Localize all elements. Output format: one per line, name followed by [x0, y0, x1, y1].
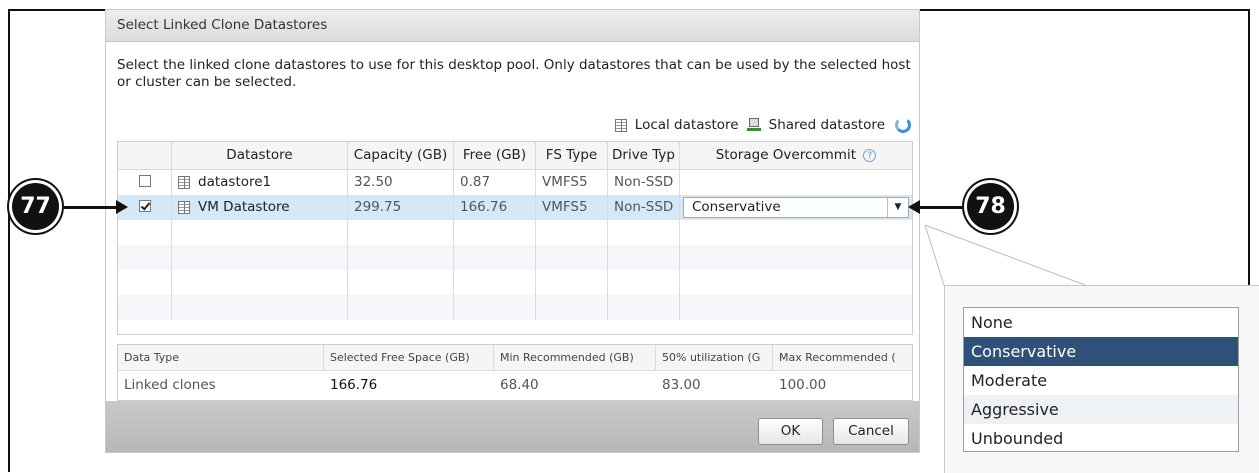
table-row[interactable]: datastore1 32.50 0.87 VMFS5 Non-SSD	[118, 170, 912, 195]
fs-type-cell: VMFS5	[536, 170, 608, 195]
storage-overcommit-options: None Conservative Moderate Aggressive Un…	[963, 307, 1239, 452]
empty-row	[118, 220, 912, 245]
callout-78-arrow-line	[918, 206, 962, 209]
summary-header-max-recommended: Max Recommended (	[779, 351, 896, 364]
header-datastore[interactable]: Datastore	[172, 142, 348, 169]
row-checkbox[interactable]	[138, 175, 151, 187]
summary-header: Data Type Selected Free Space (GB) Min R…	[118, 345, 912, 371]
header-select	[118, 142, 172, 169]
callout-77-arrowhead	[116, 200, 128, 214]
local-datastore-icon	[178, 176, 190, 189]
overcommit-cell: Conservative ▼	[680, 195, 912, 220]
select-datastores-dialog: Select Linked Clone Datastores Select th…	[105, 9, 920, 453]
header-free[interactable]: Free (GB)	[454, 142, 536, 169]
option-aggressive[interactable]: Aggressive	[964, 395, 1238, 424]
callout-77-arrow-line	[64, 206, 118, 209]
table-row-selected[interactable]: VM Datastore 299.75 166.76 VMFS5 Non-SSD…	[118, 195, 912, 220]
space-summary-table: Data Type Selected Free Space (GB) Min R…	[117, 344, 913, 401]
header-storage-overcommit[interactable]: Storage Overcommit ?	[680, 142, 912, 169]
option-none[interactable]: None	[964, 308, 1238, 337]
capacity-cell: 32.50	[348, 170, 454, 195]
drive-type-cell: Non-SSD	[608, 195, 680, 220]
datastore-cell: VM Datastore	[172, 195, 348, 220]
option-unbounded[interactable]: Unbounded	[964, 424, 1238, 453]
callout-78: 78	[967, 183, 1014, 230]
summary-max-recommended: 100.00	[779, 377, 827, 393]
chevron-down-icon[interactable]: ▼	[887, 198, 908, 217]
summary-data-type: Linked clones	[124, 377, 216, 393]
row-checkbox-cell	[118, 170, 172, 195]
summary-50-utilization: 83.00	[662, 377, 701, 393]
header-fs-type[interactable]: FS Type	[536, 142, 608, 169]
shared-datastore-icon	[746, 118, 761, 132]
dialog-title: Select Linked Clone Datastores	[106, 10, 919, 42]
header-storage-overcommit-label: Storage Overcommit	[715, 147, 857, 163]
option-conservative[interactable]: Conservative	[964, 337, 1238, 366]
datastore-name: datastore1	[198, 174, 272, 190]
help-icon[interactable]: ?	[863, 148, 877, 162]
header-drive-type[interactable]: Drive Typ	[608, 142, 680, 169]
row-checkbox[interactable]	[138, 200, 151, 212]
legend-local-label: Local datastore	[634, 117, 739, 133]
free-cell: 166.76	[454, 195, 536, 220]
summary-selected-free: 166.76	[330, 377, 378, 393]
legend-local: Local datastore	[614, 117, 739, 133]
drive-type-cell: Non-SSD	[608, 170, 680, 195]
summary-row: Linked clones 166.76 68.40 83.00 100.00	[118, 371, 912, 399]
free-cell: 0.87	[454, 170, 536, 195]
dialog-description: Select the linked clone datastores to us…	[117, 57, 911, 90]
local-datastore-icon	[178, 201, 190, 214]
datastore-legend: Local datastore Shared datastore	[607, 115, 911, 135]
header-capacity[interactable]: Capacity (GB)	[348, 142, 454, 169]
summary-header-50-utilization: 50% utilization (G	[656, 345, 773, 370]
datastore-cell: datastore1	[172, 170, 348, 195]
callout-77: 77	[12, 183, 59, 230]
summary-header-selected-free: Selected Free Space (GB)	[324, 345, 494, 370]
summary-header-data-type: Data Type	[118, 345, 324, 370]
overcommit-cell	[680, 170, 912, 195]
empty-row	[118, 295, 912, 320]
option-moderate[interactable]: Moderate	[964, 366, 1238, 395]
empty-row	[118, 270, 912, 295]
empty-row	[118, 245, 912, 270]
cancel-button[interactable]: Cancel	[833, 418, 909, 445]
capacity-cell: 299.75	[348, 195, 454, 220]
datastore-table: Datastore Capacity (GB) Free (GB) FS Typ…	[117, 141, 913, 335]
datastore-name: VM Datastore	[198, 199, 290, 215]
table-header: Datastore Capacity (GB) Free (GB) FS Typ…	[118, 142, 912, 170]
storage-overcommit-value: Conservative	[692, 199, 781, 215]
local-datastore-icon	[614, 118, 627, 132]
summary-header-min-recommended: Min Recommended (GB)	[494, 345, 656, 370]
dialog-footer: OK Cancel	[106, 401, 919, 452]
storage-overcommit-select[interactable]: Conservative ▼	[683, 197, 909, 218]
fs-type-cell: VMFS5	[536, 195, 608, 220]
ok-button[interactable]: OK	[758, 418, 823, 445]
legend-shared: Shared datastore	[746, 117, 885, 133]
summary-min-recommended: 68.40	[500, 377, 539, 393]
refresh-icon[interactable]	[895, 117, 911, 133]
legend-shared-label: Shared datastore	[768, 117, 885, 133]
